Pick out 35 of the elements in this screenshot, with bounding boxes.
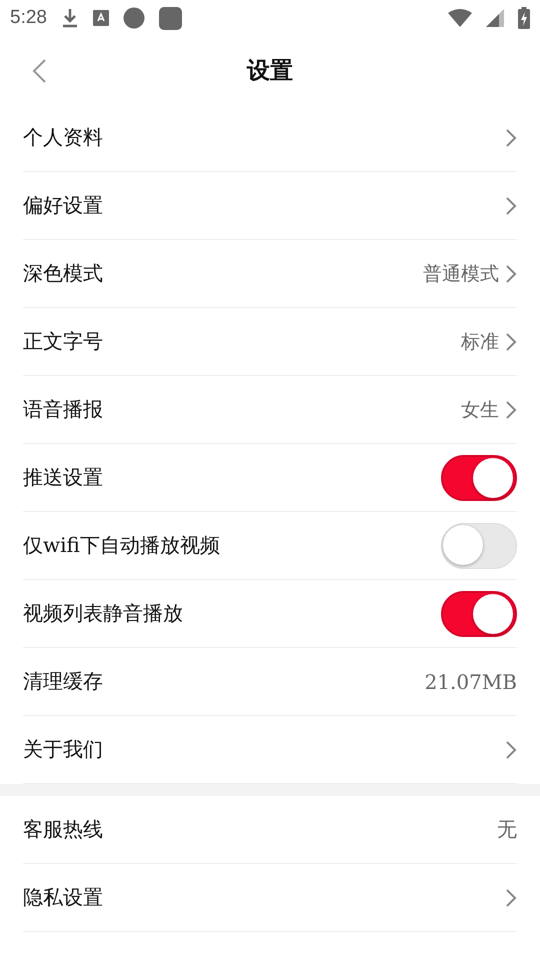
battery-icon [518,7,530,29]
chevron-right-icon [505,332,517,352]
setting-label[interactable]: 推送设置 [23,464,441,491]
setting-label[interactable]: 语音播报 [23,396,461,423]
setting-label[interactable]: 隐私设置 [23,884,505,911]
chevron-right-icon [505,888,517,908]
setting-label[interactable]: 关于我们 [23,736,505,763]
setting-label[interactable]: 正文字号 [23,328,461,355]
chevron-right-icon [505,264,517,284]
setting-value: 普通模式 [423,262,499,286]
signal-icon [486,9,504,27]
page-title: 设置 [247,56,293,86]
setting-value: 女生 [461,398,499,422]
keyboard-icon [92,10,109,26]
chevron-right-icon [505,400,517,420]
setting-label[interactable]: 仅wifi下自动播放视频 [23,532,441,559]
wifi-icon [448,9,472,27]
setting-value: 21.07MB [424,670,517,694]
setting-label[interactable]: 个人资料 [23,124,505,151]
setting-label[interactable]: 清理缓存 [23,668,425,695]
setting-label[interactable]: 客服热线 [23,816,497,843]
chevron-right-icon [505,740,517,760]
setting-value: 无 [497,816,517,843]
setting-label[interactable]: 视频列表静音播放 [23,600,441,627]
download-icon [60,8,79,28]
chevron-right-icon [505,128,517,148]
toggle-switch[interactable] [441,454,517,500]
toggle-switch[interactable] [441,590,517,636]
chevron-right-icon [505,196,517,216]
setting-label[interactable]: 偏好设置 [23,192,505,219]
status-time: 5:28 [10,7,47,29]
circle-icon [122,7,145,29]
setting-value: 标准 [461,330,499,354]
setting-label[interactable]: 深色模式 [23,260,423,287]
square-icon [158,6,182,30]
